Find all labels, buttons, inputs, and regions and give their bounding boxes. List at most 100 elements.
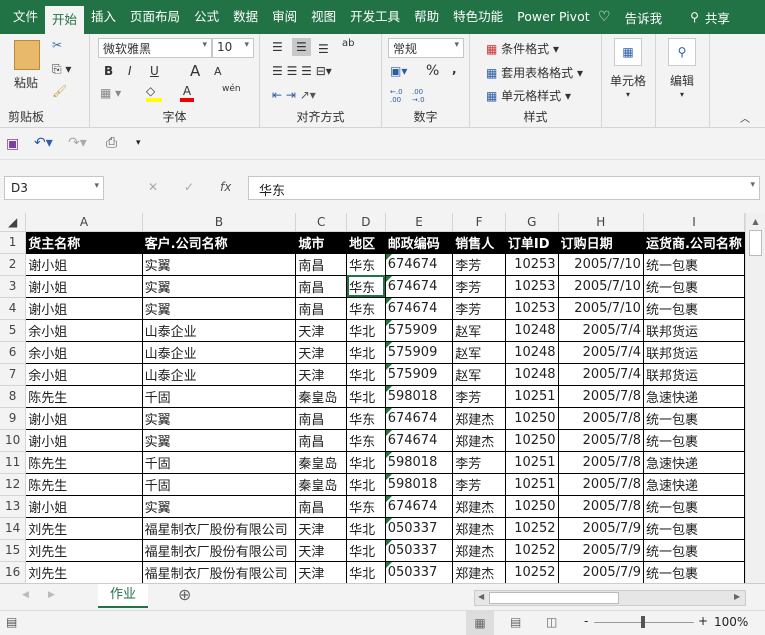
collapse-ribbon-icon[interactable]: ︿ [740, 110, 750, 125]
column-header[interactable]: C [295, 213, 348, 232]
header-cell[interactable]: 销售人 [452, 231, 506, 254]
ribbon-tab-7[interactable]: 视图 [304, 0, 343, 34]
cell[interactable]: 统一包裹 [643, 275, 745, 298]
borders-icon[interactable]: ▦ ▾ [100, 86, 121, 100]
zoom-level[interactable]: 100% [714, 615, 748, 629]
cell[interactable]: 华北 [346, 363, 386, 386]
vertical-scrollbar[interactable]: ▲ [745, 213, 765, 583]
prev-sheet-icon[interactable]: ◀ [22, 590, 29, 600]
cell[interactable]: 10248 [505, 341, 559, 364]
cell[interactable]: 郑建杰 [452, 517, 506, 540]
page-layout-view-icon[interactable]: ▤ [510, 615, 521, 629]
align-top-icon[interactable]: ☰ [272, 40, 283, 54]
cell[interactable]: 联邦货运 [643, 363, 745, 386]
cell[interactable]: 李芳 [452, 385, 506, 408]
page-break-view-icon[interactable]: ◫ [546, 615, 557, 629]
macro-record-icon[interactable]: ▤ [6, 615, 17, 629]
ribbon-tab-11[interactable]: Power Pivot [510, 0, 596, 34]
cell[interactable]: 华东 [346, 407, 386, 430]
cell[interactable]: 575909 [385, 341, 454, 364]
cell[interactable]: 余小姐 [25, 363, 143, 386]
ribbon-tab-0[interactable]: 文件 [6, 0, 45, 34]
wrap-text-button[interactable]: ab [342, 38, 354, 49]
cell[interactable]: 赵军 [452, 363, 506, 386]
cell[interactable]: 天津 [295, 517, 348, 540]
scroll-right-icon[interactable]: ▶ [734, 592, 740, 601]
cell[interactable]: 南昌 [295, 407, 348, 430]
row-header[interactable]: 7 [0, 363, 27, 386]
cell[interactable]: 南昌 [295, 253, 348, 276]
cell[interactable]: 华北 [346, 385, 386, 408]
cell[interactable]: 南昌 [295, 495, 348, 518]
cell[interactable]: 2005/7/8 [558, 385, 644, 408]
cell[interactable]: 实翼 [142, 407, 297, 430]
cell[interactable]: 南昌 [295, 297, 348, 320]
cell[interactable]: 华东 [346, 253, 386, 276]
cell[interactable]: 050337 [385, 539, 454, 562]
row-header[interactable]: 2 [0, 253, 27, 276]
cell[interactable]: 郑建杰 [452, 539, 506, 562]
cell[interactable]: 山泰企业 [142, 363, 297, 386]
cut-icon[interactable]: ✂ [52, 38, 62, 52]
cell[interactable]: 统一包裹 [643, 297, 745, 320]
undo-icon[interactable]: ↶▾ [34, 135, 53, 151]
cell[interactable]: 2005/7/8 [558, 429, 644, 452]
cell[interactable]: 2005/7/9 [558, 561, 644, 583]
cell[interactable]: 575909 [385, 319, 454, 342]
name-box[interactable]: D3 ▾ [4, 176, 104, 200]
column-header[interactable]: A [25, 213, 143, 232]
format-painter-icon[interactable]: 🖌 [52, 84, 67, 98]
cell[interactable]: 急速快递 [643, 385, 745, 408]
ribbon-tab-2[interactable]: 插入 [84, 0, 123, 34]
cell[interactable]: 华北 [346, 561, 386, 583]
percent-button[interactable]: % [426, 63, 439, 79]
zoom-in-button[interactable]: + [698, 614, 708, 628]
currency-icon[interactable]: ▣▾ [390, 64, 407, 78]
row-header[interactable]: 3 [0, 275, 27, 298]
cell[interactable]: 谢小姐 [25, 495, 143, 518]
horizontal-scrollbar[interactable]: ◀ [474, 590, 746, 606]
cell[interactable]: 2005/7/8 [558, 407, 644, 430]
cell[interactable]: 10250 [505, 429, 559, 452]
cell[interactable]: 福星制衣厂股份有限公司 [142, 517, 297, 540]
cell[interactable]: 急速快递 [643, 473, 745, 496]
cell-styles-button[interactable]: ▦ 单元格样式 ▾ [486, 87, 571, 104]
cell[interactable]: 秦皇岛 [295, 451, 348, 474]
cell[interactable]: 刘先生 [25, 517, 143, 540]
header-cell[interactable]: 运货商.公司名称 [643, 231, 745, 254]
cell[interactable]: 李芳 [452, 473, 506, 496]
conditional-format-button[interactable]: ▦ 条件格式 ▾ [486, 40, 559, 57]
cell[interactable]: 天津 [295, 539, 348, 562]
cell[interactable]: 余小姐 [25, 341, 143, 364]
paste-icon[interactable] [14, 40, 40, 70]
ribbon-tab-6[interactable]: 审阅 [265, 0, 304, 34]
copy-icon[interactable]: ⎘ ▾ [52, 62, 71, 77]
row-header[interactable]: 15 [0, 539, 27, 562]
cell[interactable]: 刘先生 [25, 561, 143, 583]
cell[interactable]: 华东 [346, 297, 386, 320]
tell-me-button[interactable]: 告诉我 [625, 8, 663, 27]
header-cell[interactable]: 客户.公司名称 [142, 231, 297, 254]
column-header[interactable]: G [505, 213, 559, 232]
cell[interactable]: 674674 [385, 297, 454, 320]
cell[interactable]: 李芳 [452, 275, 506, 298]
cell[interactable]: 余小姐 [25, 319, 143, 342]
cell[interactable]: 674674 [385, 495, 454, 518]
cell[interactable]: 谢小姐 [25, 429, 143, 452]
cell[interactable]: 陈先生 [25, 451, 143, 474]
cell[interactable]: 千固 [142, 385, 297, 408]
scroll-left-icon[interactable]: ◀ [478, 592, 484, 601]
cell[interactable]: 谢小姐 [25, 275, 143, 298]
cell[interactable]: 10253 [505, 275, 559, 298]
ribbon-tab-9[interactable]: 帮助 [407, 0, 446, 34]
cell[interactable]: 华北 [346, 451, 386, 474]
cell[interactable]: 统一包裹 [643, 517, 745, 540]
column-header[interactable]: E [385, 213, 454, 232]
cell[interactable]: 2005/7/8 [558, 473, 644, 496]
cell[interactable]: 千固 [142, 473, 297, 496]
cell[interactable]: 南昌 [295, 429, 348, 452]
header-cell[interactable]: 地区 [346, 231, 386, 254]
increase-decimal-button[interactable]: ←.0 .00 [390, 88, 403, 104]
save-icon[interactable]: ▣ [6, 136, 19, 152]
cell[interactable]: 南昌 [295, 275, 348, 298]
